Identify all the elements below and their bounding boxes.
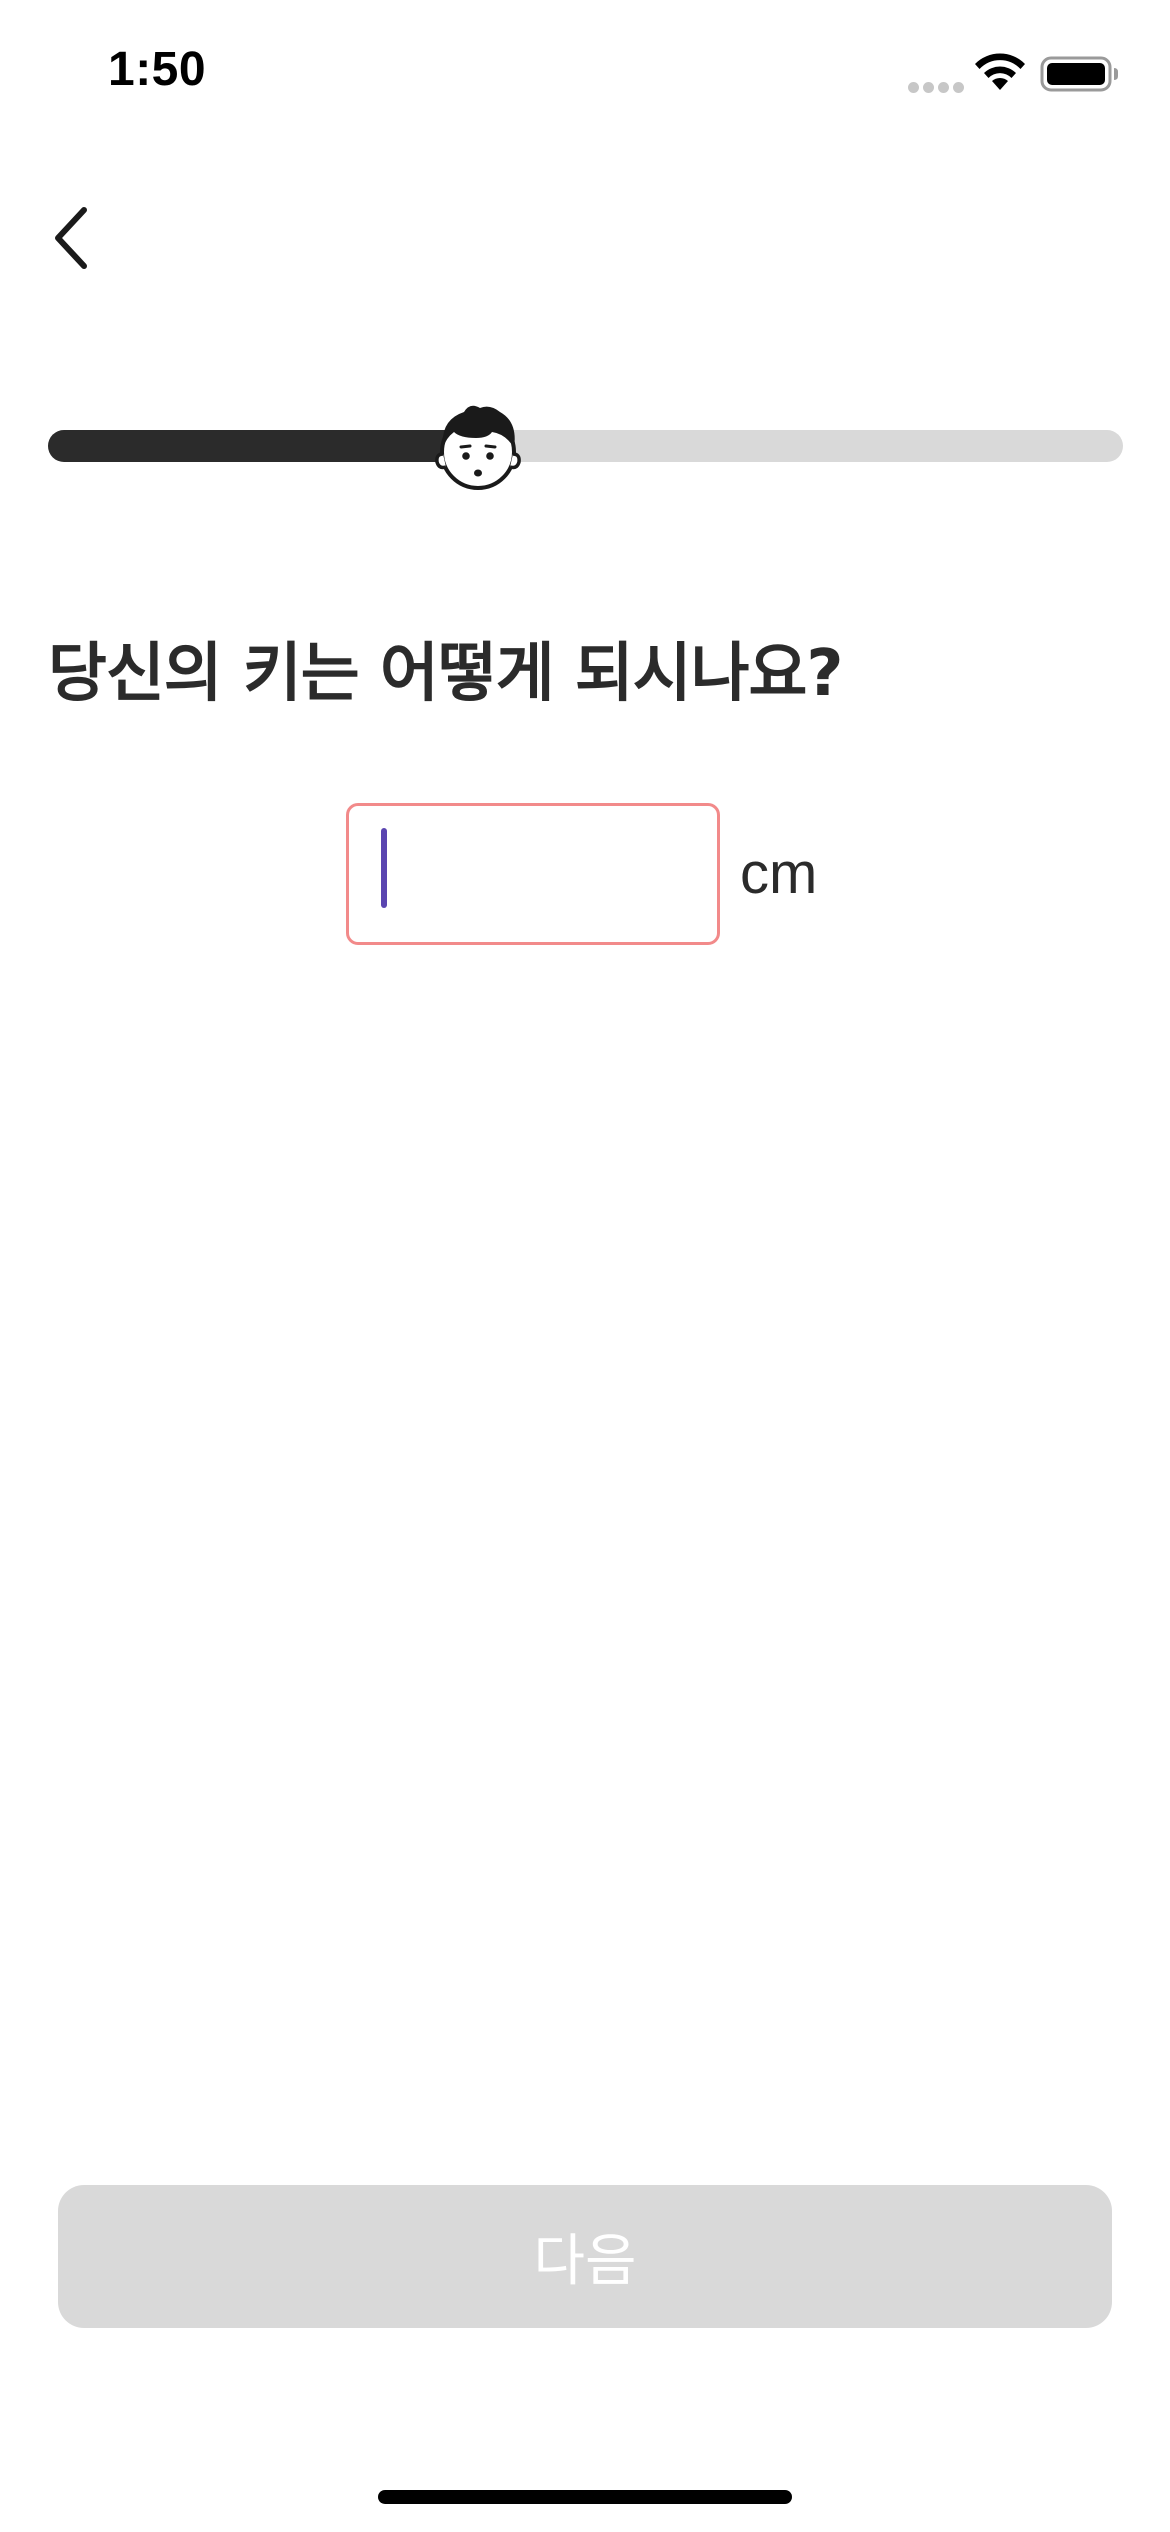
height-input[interactable] [349,806,717,942]
boy-face-icon [435,405,521,490]
text-caret [381,828,387,908]
unit-label: cm [740,841,818,906]
height-input-box[interactable] [346,803,720,945]
progress-track [48,430,1123,462]
battery-icon [1040,56,1118,92]
question-title: 당신의 키는 어떻게 되시나요? [48,637,844,711]
wifi-icon [975,53,1025,90]
chevron-left-icon [55,207,87,269]
home-indicator[interactable] [378,2490,792,2504]
progress-fill [48,430,478,462]
status-time: 1:50 [108,43,207,96]
status-bar: 1:50 [0,0,1170,140]
next-button[interactable]: 다음 [58,2185,1112,2328]
cellular-signal-icon [908,82,964,94]
back-button[interactable] [30,180,140,290]
next-button-label: 다음 [533,2229,637,2294]
